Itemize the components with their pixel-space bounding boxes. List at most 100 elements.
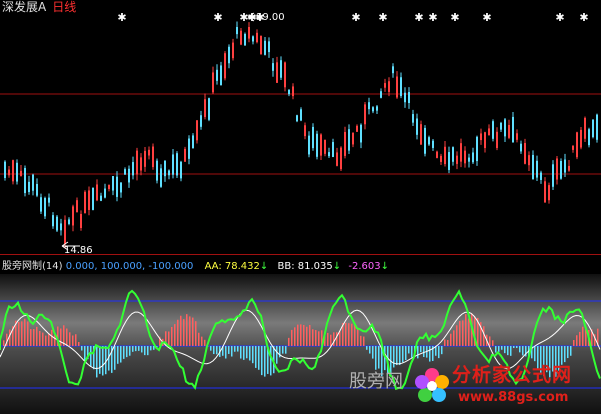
- candle-body: [144, 150, 146, 167]
- histogram-bar-down: [126, 346, 128, 358]
- stock-name[interactable]: 深发展A: [2, 0, 46, 14]
- candle-body: [344, 131, 346, 156]
- candle-body: [220, 65, 222, 86]
- candle-body: [224, 53, 226, 79]
- histogram-bar-up: [27, 321, 29, 346]
- signal-star-icon: ✱: [482, 11, 491, 24]
- low-price-label: 14.86: [64, 245, 93, 256]
- candle-body: [448, 152, 450, 170]
- histogram-bar-down: [99, 346, 101, 374]
- bb-value: 81.035: [297, 261, 333, 272]
- candle-body: [168, 170, 170, 176]
- histogram-bar-up: [195, 321, 197, 346]
- candle-body: [52, 215, 54, 227]
- histogram-bar-down: [129, 346, 131, 356]
- candle-body: [68, 219, 70, 224]
- candle-body: [236, 27, 238, 35]
- histogram-bar-down: [234, 346, 236, 352]
- histogram-bar-up: [309, 324, 311, 346]
- histogram-bar-up: [297, 324, 299, 346]
- candle-body: [416, 118, 418, 135]
- candle-body: [108, 184, 110, 189]
- watermark-text: 股旁网: [349, 371, 403, 392]
- histogram-bar-up: [30, 329, 32, 346]
- candle-body: [180, 161, 182, 179]
- histogram-bar-down: [366, 346, 368, 350]
- histogram-bar-up: [78, 341, 80, 346]
- candle-body: [196, 120, 198, 141]
- candle-body: [172, 154, 174, 175]
- candle-body: [520, 143, 522, 152]
- candle-body: [88, 190, 90, 210]
- candle-body: [540, 172, 542, 180]
- candle-body: [92, 187, 94, 210]
- candle-body: [272, 63, 274, 71]
- histogram-bar-down: [135, 346, 137, 352]
- candle-body: [336, 152, 338, 166]
- candle-body: [252, 36, 254, 42]
- histogram-bar-down: [258, 346, 260, 370]
- candle-body: [304, 125, 306, 137]
- histogram-bar-up: [360, 335, 362, 346]
- candle-body: [120, 182, 122, 193]
- candle-body: [96, 184, 98, 201]
- bb-arrow-icon: ↓: [332, 261, 342, 272]
- histogram-bar-down: [252, 346, 254, 364]
- candle-body: [384, 83, 386, 88]
- indicator-name[interactable]: 股旁网制: [2, 261, 42, 272]
- indicator-levels: 0.000, 100.000, -100.000: [65, 261, 194, 272]
- histogram-bar-up: [489, 336, 491, 346]
- candle-body: [316, 133, 318, 157]
- histogram-bar-down: [396, 346, 398, 366]
- candle-body: [24, 168, 26, 194]
- histogram-bar-down: [402, 346, 404, 363]
- candle-body: [72, 206, 74, 226]
- candle-body: [592, 119, 594, 138]
- histogram-bar-down: [144, 346, 146, 356]
- candle-body: [164, 160, 166, 177]
- histogram-bar-up: [345, 322, 347, 346]
- candle-body: [456, 155, 458, 164]
- candle-body: [476, 136, 478, 162]
- candle-body: [372, 107, 374, 112]
- candle-body: [512, 116, 514, 143]
- candle-body: [392, 66, 394, 74]
- candle-body: [192, 135, 194, 149]
- candle-body: [388, 81, 390, 92]
- candle-body: [368, 102, 370, 110]
- histogram-bar-down: [147, 346, 149, 356]
- candle-body: [188, 138, 190, 159]
- candle-body: [332, 142, 334, 157]
- candle-body: [116, 176, 118, 197]
- candle-body: [488, 128, 490, 136]
- main-price-panel: ✱ ✱ ✱✱✱ ✱ ✱ ✱ ✱ ✱ ✱ ✱ ✱: [0, 0, 601, 255]
- histogram-bar-down: [255, 346, 257, 368]
- candle-body: [80, 213, 82, 228]
- period-label[interactable]: 日线: [52, 0, 76, 14]
- histogram-bar-down: [372, 346, 374, 359]
- aa-arrow-icon: ↓: [259, 261, 269, 272]
- brand-name: 分析家公式网: [452, 364, 573, 386]
- candle-body: [132, 162, 134, 176]
- candle-body: [212, 72, 214, 93]
- histogram-bar-up: [363, 336, 365, 346]
- histogram-bar-up: [51, 329, 53, 346]
- histogram-bar-up: [492, 340, 494, 346]
- candle-body: [472, 152, 474, 163]
- bb2-arrow-icon: ↓: [380, 261, 389, 272]
- candle-body: [480, 133, 482, 141]
- histogram-bar-down: [399, 346, 401, 366]
- histogram-bar-up: [576, 335, 578, 346]
- histogram-bar-up: [315, 330, 317, 346]
- histogram-bar-down: [213, 346, 215, 355]
- histogram-bar-up: [180, 315, 182, 346]
- candle-body: [340, 147, 342, 170]
- candle-body: [128, 168, 130, 183]
- candle-body: [564, 159, 566, 173]
- histogram-bar-up: [174, 324, 176, 346]
- histogram-bar-down: [513, 346, 515, 349]
- candle-body: [468, 157, 470, 162]
- histogram-bar-down: [228, 346, 230, 354]
- signal-star-icon: ✱: [579, 11, 588, 24]
- candle-body: [352, 132, 354, 145]
